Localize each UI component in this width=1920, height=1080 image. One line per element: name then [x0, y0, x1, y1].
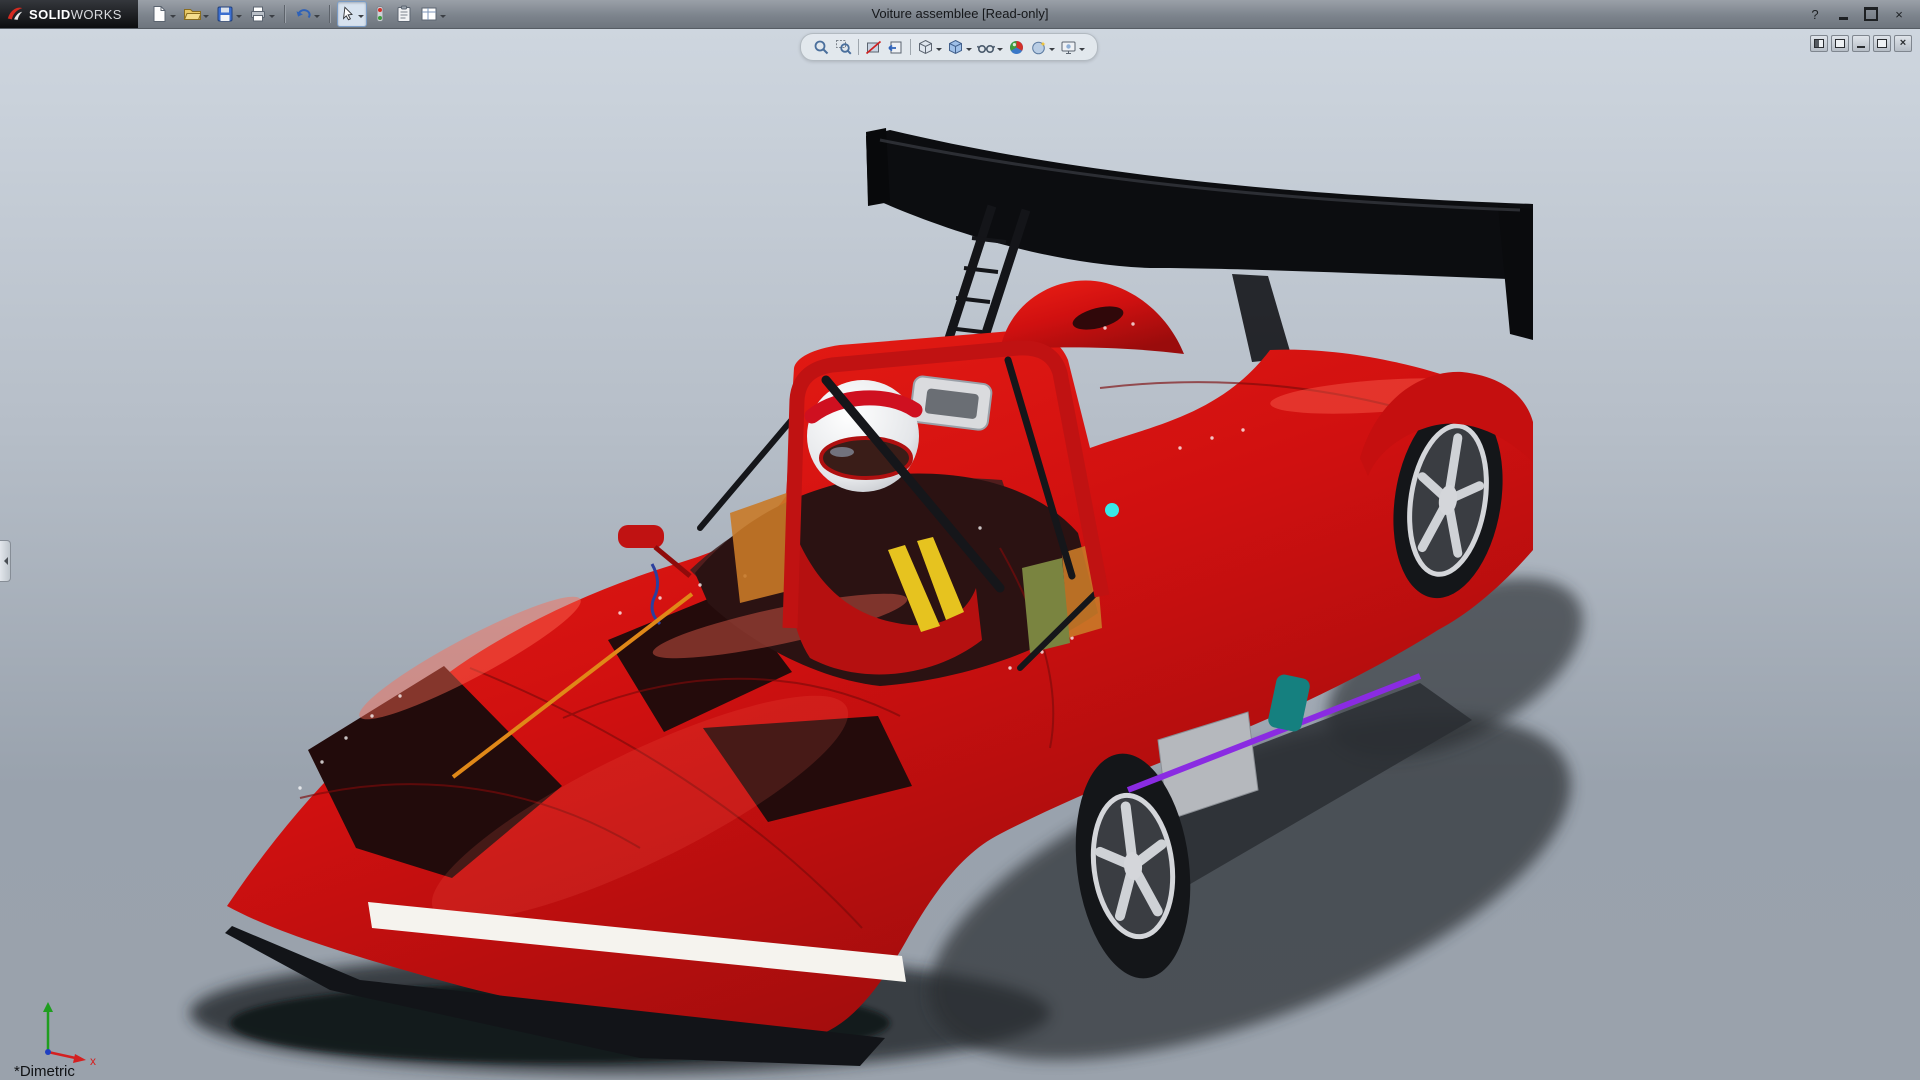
section-view-button[interactable] — [863, 36, 884, 58]
cyan-fitting — [1105, 503, 1119, 517]
view-orientation-label: *Dimetric — [14, 1063, 75, 1080]
close-button[interactable]: × — [1888, 4, 1910, 24]
split-pane-button[interactable] — [1831, 35, 1849, 52]
new-file-button[interactable] — [148, 2, 178, 26]
brand-bold: SOLID — [29, 7, 71, 22]
dropdown-arrow-icon[interactable] — [1079, 48, 1085, 54]
dropdown-arrow-icon[interactable] — [269, 15, 275, 21]
minimize-button[interactable] — [1832, 4, 1854, 24]
main-toolbar — [148, 1, 448, 27]
dropdown-arrow-icon[interactable] — [936, 48, 942, 54]
dropdown-arrow-icon[interactable] — [203, 15, 209, 21]
dropdown-arrow-icon[interactable] — [358, 15, 364, 21]
doc-restore-icon — [1877, 39, 1887, 48]
view-settings-icon — [1060, 39, 1077, 56]
doc-minimize-icon — [1857, 46, 1865, 48]
clipboard-icon — [395, 5, 413, 23]
options-button[interactable] — [418, 2, 448, 26]
apply-scene-icon — [1030, 39, 1047, 56]
doc-close-icon: × — [1900, 38, 1906, 49]
section-view-icon — [865, 39, 882, 56]
save-button[interactable] — [214, 2, 244, 26]
dock-pane-button[interactable] — [1810, 35, 1828, 52]
brand-light: WORKS — [71, 7, 122, 22]
hide-show-items-button[interactable] — [975, 36, 1005, 58]
doc-restore-button[interactable] — [1873, 35, 1891, 52]
ds-logo-icon — [6, 5, 24, 23]
select-button[interactable] — [337, 1, 367, 27]
triad-x-label: x — [90, 1054, 96, 1066]
new-file-icon — [150, 5, 168, 23]
toolbar-separator — [858, 39, 859, 55]
undo-button[interactable] — [292, 2, 322, 26]
options-table-icon — [420, 5, 438, 23]
zoom-to-fit-icon — [813, 39, 830, 56]
window-controls: ? × — [1804, 4, 1920, 24]
titlebar: SOLIDWORKS — [0, 0, 1920, 29]
dropdown-arrow-icon[interactable] — [236, 15, 242, 21]
view-orientation-button[interactable] — [915, 36, 944, 58]
reference-triad: x — [18, 996, 108, 1066]
zoom-to-area-icon — [835, 39, 852, 56]
toolbar-separator — [329, 5, 330, 23]
dropdown-arrow-icon[interactable] — [966, 48, 972, 54]
print-button[interactable] — [247, 2, 277, 26]
heads-up-view-toolbar — [800, 33, 1098, 61]
zoom-to-area-button[interactable] — [833, 36, 854, 58]
toolbar-separator — [910, 39, 911, 55]
undo-icon — [294, 5, 312, 23]
doc-close-button[interactable]: × — [1894, 35, 1912, 52]
dropdown-arrow-icon[interactable] — [1049, 48, 1055, 54]
open-button[interactable] — [181, 2, 211, 26]
rebuild-button[interactable] — [370, 2, 390, 26]
display-style-cube-icon — [947, 39, 964, 56]
maximize-button[interactable] — [1860, 4, 1882, 24]
file-properties-button[interactable] — [393, 2, 415, 26]
view-orientation-cube-icon — [917, 39, 934, 56]
graphics-area[interactable] — [0, 28, 1920, 1080]
document-window-controls: × — [1810, 35, 1912, 52]
previous-view-icon — [887, 39, 904, 56]
print-icon — [249, 5, 267, 23]
dock-pane-icon — [1814, 39, 1824, 48]
view-settings-button[interactable] — [1058, 36, 1087, 58]
hide-show-glasses-icon — [977, 39, 995, 56]
maximize-icon — [1864, 7, 1878, 21]
apply-scene-button[interactable] — [1028, 36, 1057, 58]
solidworks-logo: SOLIDWORKS — [0, 0, 138, 28]
zoom-to-fit-button[interactable] — [811, 36, 832, 58]
open-folder-icon — [183, 5, 201, 23]
collapse-arrow-icon — [0, 557, 8, 565]
rear-wing — [866, 128, 1533, 370]
feature-manager-collapse-tab[interactable] — [0, 540, 11, 582]
display-style-button[interactable] — [945, 36, 974, 58]
edit-appearance-button[interactable] — [1006, 36, 1027, 58]
dropdown-arrow-icon[interactable] — [170, 15, 176, 21]
rebuild-traffic-icon — [372, 5, 388, 23]
previous-view-button[interactable] — [885, 36, 906, 58]
help-button[interactable]: ? — [1804, 4, 1826, 24]
select-cursor-icon — [340, 6, 356, 22]
minimize-icon — [1839, 17, 1848, 20]
dropdown-arrow-icon[interactable] — [440, 15, 446, 21]
split-pane-icon — [1835, 39, 1845, 48]
brand-text: SOLIDWORKS — [29, 7, 122, 22]
window-title: Voiture assemblee [Read-only] — [871, 0, 1048, 28]
graphics-viewport[interactable]: × x *Dimetric — [0, 28, 1920, 1080]
dropdown-arrow-icon[interactable] — [997, 48, 1003, 54]
doc-minimize-button[interactable] — [1852, 35, 1870, 52]
appearance-ball-icon — [1008, 39, 1025, 56]
toolbar-separator — [284, 5, 285, 23]
save-icon — [216, 5, 234, 23]
side-mirror — [618, 525, 664, 548]
dropdown-arrow-icon[interactable] — [314, 15, 320, 21]
